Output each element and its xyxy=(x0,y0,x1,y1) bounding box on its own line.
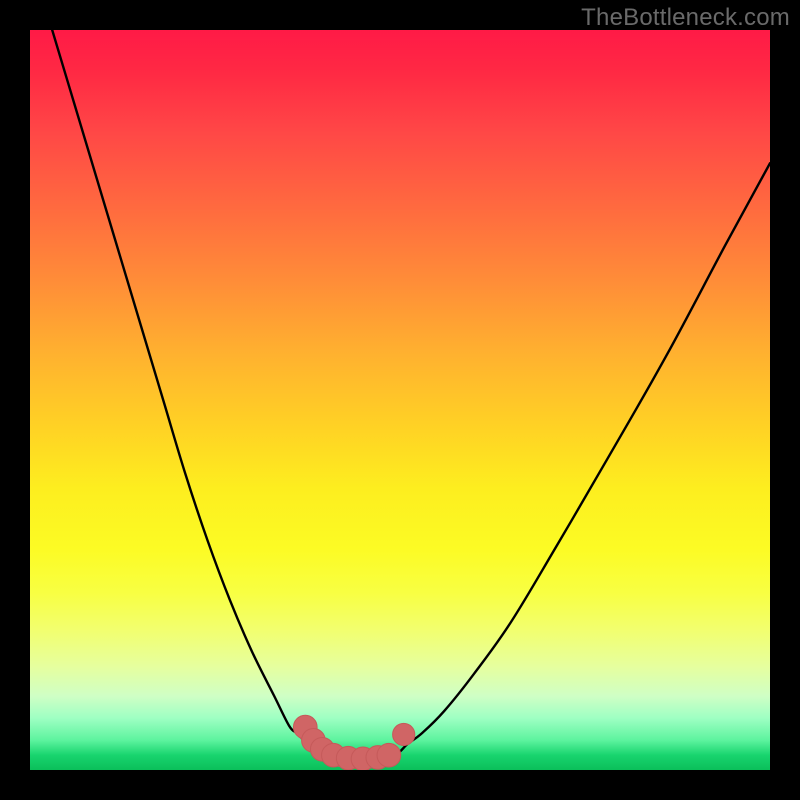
marker-dot xyxy=(377,743,401,767)
watermark-text: TheBottleneck.com xyxy=(581,4,790,32)
curve-left-branch xyxy=(52,30,326,755)
curve-layer xyxy=(52,30,770,759)
bottleneck-curve-chart xyxy=(30,30,770,770)
marker-dot xyxy=(393,723,415,745)
curve-right-branch xyxy=(393,163,770,755)
plot-area xyxy=(30,30,770,770)
marker-layer xyxy=(293,715,414,770)
outer-frame: TheBottleneck.com xyxy=(0,0,800,800)
